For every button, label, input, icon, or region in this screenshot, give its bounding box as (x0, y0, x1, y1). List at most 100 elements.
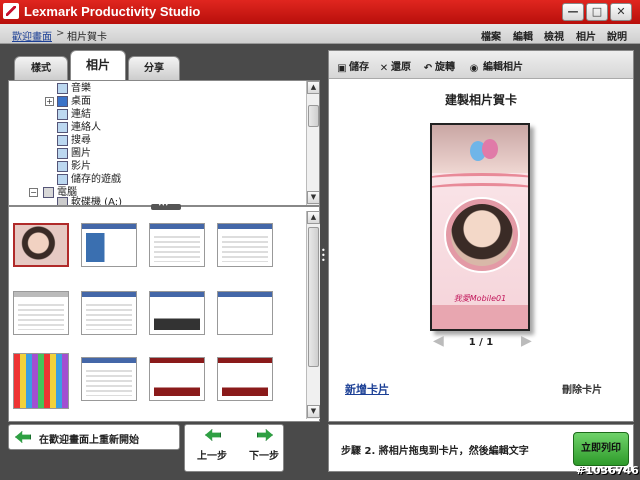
saved-games-folder-icon (57, 174, 68, 185)
tree-item-label: 連結 (71, 109, 91, 120)
photo-thumbnail[interactable] (217, 223, 273, 267)
menu-view[interactable]: 檢視 (544, 28, 564, 43)
disk-icon: ▣ (337, 63, 347, 74)
card-editor-pane: ▣ 儲存 ✕ 還原 ↶ 旋轉 ◉ 編輯相片 建製相片賀卡 我愛Mobile01 ◀ 1 … (328, 50, 634, 422)
breadcrumb-current: 相片賀卡 (67, 32, 107, 43)
app-title: Lexmark Productivity Studio (24, 4, 201, 19)
desktop-icon (57, 96, 68, 107)
tree-item-saved-games[interactable]: 儲存的遊戲 (57, 174, 121, 186)
card-heading: 建製相片賀卡 (444, 93, 517, 107)
save-button[interactable]: ▣ 儲存 (337, 58, 369, 74)
photo-thumbnail[interactable] (13, 223, 69, 267)
right-arrow-icon (257, 429, 273, 441)
print-now-button[interactable]: 立即列印 (573, 432, 629, 466)
next-button[interactable]: 下一步 (237, 427, 281, 469)
card-portrait-frame[interactable] (444, 197, 520, 273)
collapse-icon[interactable]: − (29, 188, 38, 197)
back-arrow-icon (15, 431, 31, 443)
photo-thumbnail[interactable] (81, 357, 137, 401)
add-card-link[interactable]: 新增卡片 (345, 381, 389, 397)
scroll-thumb[interactable] (308, 227, 319, 367)
menu-edit[interactable]: 編輯 (513, 28, 533, 43)
tree-item-videos[interactable]: 影片 (57, 161, 91, 173)
close-button[interactable]: ✕ (610, 3, 632, 21)
step-navigation: 上一步 下一步 (184, 424, 284, 472)
photo-thumbnail[interactable] (217, 291, 273, 335)
easter-egg-icon (482, 139, 498, 159)
breadcrumb-separator: > (56, 28, 65, 39)
photo-thumbnail[interactable] (81, 223, 137, 267)
photo-thumbnail[interactable] (149, 291, 205, 335)
rotate-button[interactable]: ↶ 旋轉 (423, 58, 455, 74)
restart-button[interactable]: 在歡迎畫面上重新開始 (8, 424, 180, 450)
next-page-icon[interactable]: ▶ (521, 334, 539, 348)
card-portrait-image (451, 204, 513, 266)
pictures-folder-icon (57, 148, 68, 159)
photo-thumbnail[interactable] (13, 353, 69, 409)
tree-scrollbar[interactable]: ▲ ▼ (306, 81, 319, 205)
scroll-up-icon[interactable]: ▲ (307, 211, 320, 224)
tab-photos[interactable]: 相片 (70, 50, 126, 80)
menu-photo[interactable]: 相片 (576, 28, 596, 43)
photo-thumbnail[interactable] (149, 223, 205, 267)
restart-label: 在歡迎畫面上重新開始 (39, 435, 139, 446)
edit-photo-label: 編輯相片 (483, 62, 523, 73)
prev-button[interactable]: 上一步 (191, 427, 235, 469)
card-bottom-band (432, 305, 528, 329)
links-folder-icon (57, 109, 68, 120)
tree-item-floppy[interactable]: 軟碟機 (A:) (57, 197, 123, 206)
scroll-thumb[interactable] (308, 105, 319, 127)
videos-folder-icon (57, 161, 68, 172)
edit-photo-button[interactable]: ◉ 編輯相片 (467, 58, 523, 74)
delete-card-link[interactable]: 刪除卡片 (562, 381, 602, 396)
tree-item-label: 連絡人 (71, 122, 101, 133)
photo-thumbnail[interactable] (217, 357, 273, 401)
tree-item-label: 搜尋 (71, 135, 91, 146)
photo-thumbnail[interactable] (149, 357, 205, 401)
card-preview[interactable]: 我愛Mobile01 (430, 123, 530, 331)
tree-item-music[interactable]: 音樂 (57, 83, 91, 95)
minimize-button[interactable]: — (562, 3, 584, 21)
scroll-down-icon[interactable]: ▼ (307, 191, 319, 204)
rotate-icon: ↶ (423, 63, 433, 74)
breadcrumb-home-link[interactable]: 歡迎畫面 (12, 28, 52, 43)
menu-file[interactable]: 檔案 (481, 28, 501, 43)
menu-help[interactable]: 說明 (607, 28, 627, 43)
next-label: 下一步 (249, 451, 279, 462)
contacts-folder-icon (57, 122, 68, 133)
lexmark-logo-icon (3, 3, 19, 19)
tree-item-links[interactable]: 連結 (57, 109, 91, 121)
card-caption[interactable]: 我愛Mobile01 (432, 293, 528, 304)
thumbnail-scrollbar[interactable]: ▲ ▼ (306, 211, 320, 419)
menu-bar: 歡迎畫面 > 相片賀卡 檔案 編輯 檢視 相片 說明 (0, 24, 640, 44)
tree-item-label: 圖片 (71, 148, 91, 159)
tree-item-contacts[interactable]: 連絡人 (57, 122, 101, 134)
expand-icon[interactable]: + (45, 97, 54, 106)
step-text: 步驟 2. 將相片拖曳到卡片，然後編輯文字 (341, 446, 529, 457)
card-top-photo (432, 125, 528, 173)
tree-item-desktop[interactable]: 桌面 (57, 96, 91, 108)
wave-decoration (432, 183, 528, 197)
tab-style[interactable]: 樣式 (14, 56, 68, 82)
restore-button[interactable]: ✕ 還原 (379, 58, 411, 74)
tree-item-search[interactable]: 搜尋 (57, 135, 91, 147)
page-indicator: 1 / 1 (468, 337, 494, 348)
music-folder-icon (57, 83, 68, 94)
scroll-down-icon[interactable]: ▼ (307, 405, 320, 418)
scroll-up-icon[interactable]: ▲ (307, 81, 319, 94)
search-folder-icon (57, 135, 68, 146)
maximize-button[interactable]: □ (586, 3, 608, 21)
tree-item-label: 桌面 (71, 96, 91, 107)
x-icon: ✕ (379, 63, 389, 74)
pane-divider-grip-icon[interactable]: • • • (321, 247, 326, 268)
photo-thumbnails: ▾▾▾ ▲ ▼ (8, 200, 320, 422)
photo-thumbnail[interactable] (13, 291, 69, 335)
tree-item-pictures[interactable]: 圖片 (57, 148, 91, 160)
eye-icon: ◉ (469, 63, 479, 74)
tree-item-label: 軟碟機 (A:) (71, 197, 123, 206)
floppy-drive-icon (57, 197, 68, 205)
splitter-handle[interactable]: ▾▾▾ (151, 200, 181, 210)
photo-thumbnail[interactable] (81, 291, 137, 335)
folder-tree: 音樂 + 桌面 連結 連絡人 搜尋 圖片 影片 儲存的遊戲 − 電腦 軟碟機 (… (8, 80, 320, 206)
tab-share[interactable]: 分享 (128, 56, 180, 82)
